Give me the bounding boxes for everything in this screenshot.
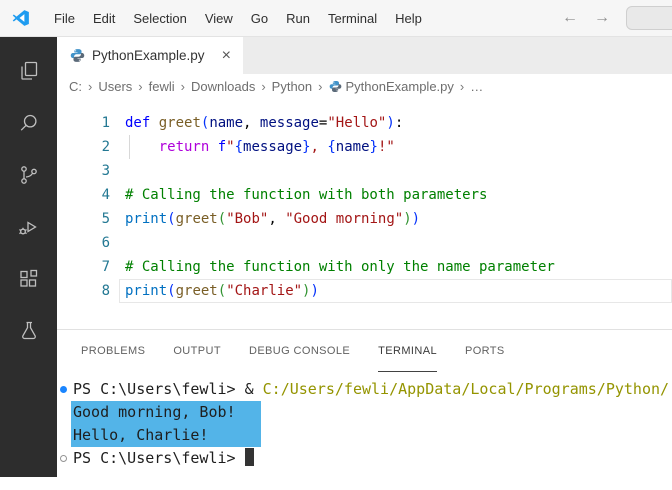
tab-label: PythonExample.py (92, 48, 205, 63)
activity-bar (0, 37, 57, 477)
breadcrumb-item[interactable]: Users (98, 79, 132, 94)
breadcrumb-separator: › (459, 79, 465, 94)
terminal-lines: PS C:\Users\fewli> & C:/Users/fewli/AppD… (60, 378, 672, 470)
terminal[interactable]: PS C:\Users\fewli> & C:/Users/fewli/AppD… (57, 372, 672, 477)
breadcrumb: C: › Users › fewli › Downloads › Python › PythonE… (57, 74, 672, 99)
code-line: 2 return f"{message}, {name}!" (57, 135, 672, 159)
panel-tab-output[interactable]: OUTPUT (173, 330, 221, 372)
breadcrumb-separator: › (318, 79, 323, 94)
menu-terminal[interactable]: Terminal (319, 0, 386, 36)
breadcrumb-item[interactable]: Downloads (191, 79, 255, 94)
command-center-searchbox[interactable] (626, 6, 672, 30)
menu-selection[interactable]: Selection (124, 0, 195, 36)
line-number: 4 (101, 187, 110, 203)
panel-tabbar: PROBLEMS OUTPUT DEBUG CONSOLE TERMINAL PORTS (57, 330, 672, 372)
titlebar: File Edit Selection View Go Run Terminal Help ←… (0, 0, 672, 37)
code-line: 4 # Calling the function with both parame… (57, 183, 672, 207)
menu-bar: File Edit Selection View Go Run Terminal Help (45, 0, 431, 36)
line-number: 8 (101, 283, 110, 299)
run-debug-icon[interactable] (17, 215, 41, 239)
terminal-selection: Hello, Charlie! (71, 424, 261, 447)
breadcrumb-separator: › (88, 79, 93, 94)
tab-close-icon[interactable]: × (222, 47, 231, 64)
terminal-selection: Good morning, Bob! (71, 401, 261, 424)
breadcrumb-item[interactable]: fewli (149, 79, 175, 94)
terminal-line: Good morning, Bob! (71, 401, 672, 424)
line-number: 7 (101, 259, 110, 275)
code-lines: 1 def greet(name, message="Hello"): 2 retu… (57, 111, 672, 303)
tab-bar: PythonExample.py × (57, 37, 672, 74)
menu-view[interactable]: View (196, 0, 242, 36)
command-decoration-icon (60, 455, 67, 462)
editor-column: PythonExample.py × C: › Users › fewli › Downlo… (57, 37, 672, 477)
breadcrumb-item[interactable]: … (470, 79, 483, 94)
source-control-icon[interactable] (17, 163, 41, 187)
editor[interactable]: 1 def greet(name, message="Hello"): 2 retu… (57, 99, 672, 329)
search-icon[interactable] (17, 111, 41, 135)
vscode-logo-icon (12, 10, 29, 26)
panel-tab-problems[interactable]: PROBLEMS (81, 330, 145, 372)
tab-pythonexample[interactable]: PythonExample.py × (57, 37, 243, 74)
explorer-icon[interactable] (17, 59, 41, 83)
menu-run[interactable]: Run (277, 0, 319, 36)
breadcrumb-separator: › (138, 79, 143, 94)
back-button[interactable]: ← (562, 9, 578, 27)
line-number: 6 (101, 235, 110, 251)
command-decoration-icon (60, 386, 67, 393)
menu-go[interactable]: Go (242, 0, 277, 36)
terminal-line: PS C:\Users\fewli> (60, 447, 672, 470)
breadcrumb-item[interactable]: PythonExample.py (329, 79, 454, 94)
line-number: 2 (101, 139, 110, 155)
terminal-line: PS C:\Users\fewli> & C:/Users/fewli/AppD… (60, 378, 672, 401)
vscode-window: File Edit Selection View Go Run Terminal Help ←… (0, 0, 672, 490)
breadcrumb-item[interactable]: C: (69, 79, 82, 94)
panel-tab-terminal[interactable]: TERMINAL (378, 330, 437, 372)
terminal-cursor (244, 448, 254, 466)
bottom-panel: PROBLEMS OUTPUT DEBUG CONSOLE TERMINAL PORTS… (57, 329, 672, 477)
menu-file[interactable]: File (45, 0, 84, 36)
line-number: 1 (101, 115, 110, 131)
menu-help[interactable]: Help (386, 0, 431, 36)
indent-guide (129, 135, 130, 159)
line-number: 3 (101, 163, 110, 179)
breadcrumb-separator: › (261, 79, 266, 94)
breadcrumb-item[interactable]: Python (272, 79, 312, 94)
forward-button[interactable]: → (594, 9, 610, 27)
python-file-icon (329, 80, 341, 93)
menu-edit[interactable]: Edit (84, 0, 124, 36)
terminal-line: Hello, Charlie! (71, 424, 672, 447)
panel-tab-debug-console[interactable]: DEBUG CONSOLE (249, 330, 350, 372)
code-line: 6 (57, 231, 672, 255)
extensions-icon[interactable] (17, 267, 41, 291)
code-line: 3 (57, 159, 672, 183)
panel-tab-ports[interactable]: PORTS (465, 330, 505, 372)
code-line: 7 # Calling the function with only the na… (57, 255, 672, 279)
python-file-icon (70, 49, 85, 62)
testing-icon[interactable] (17, 319, 41, 343)
breadcrumb-separator: › (180, 79, 185, 94)
code-line: 5 print(greet("Bob", "Good morning")) (57, 207, 672, 231)
code-line: 1 def greet(name, message="Hello"): (57, 111, 672, 135)
code-line: 8 print(greet("Charlie")) (57, 279, 672, 303)
line-number: 5 (101, 211, 110, 227)
